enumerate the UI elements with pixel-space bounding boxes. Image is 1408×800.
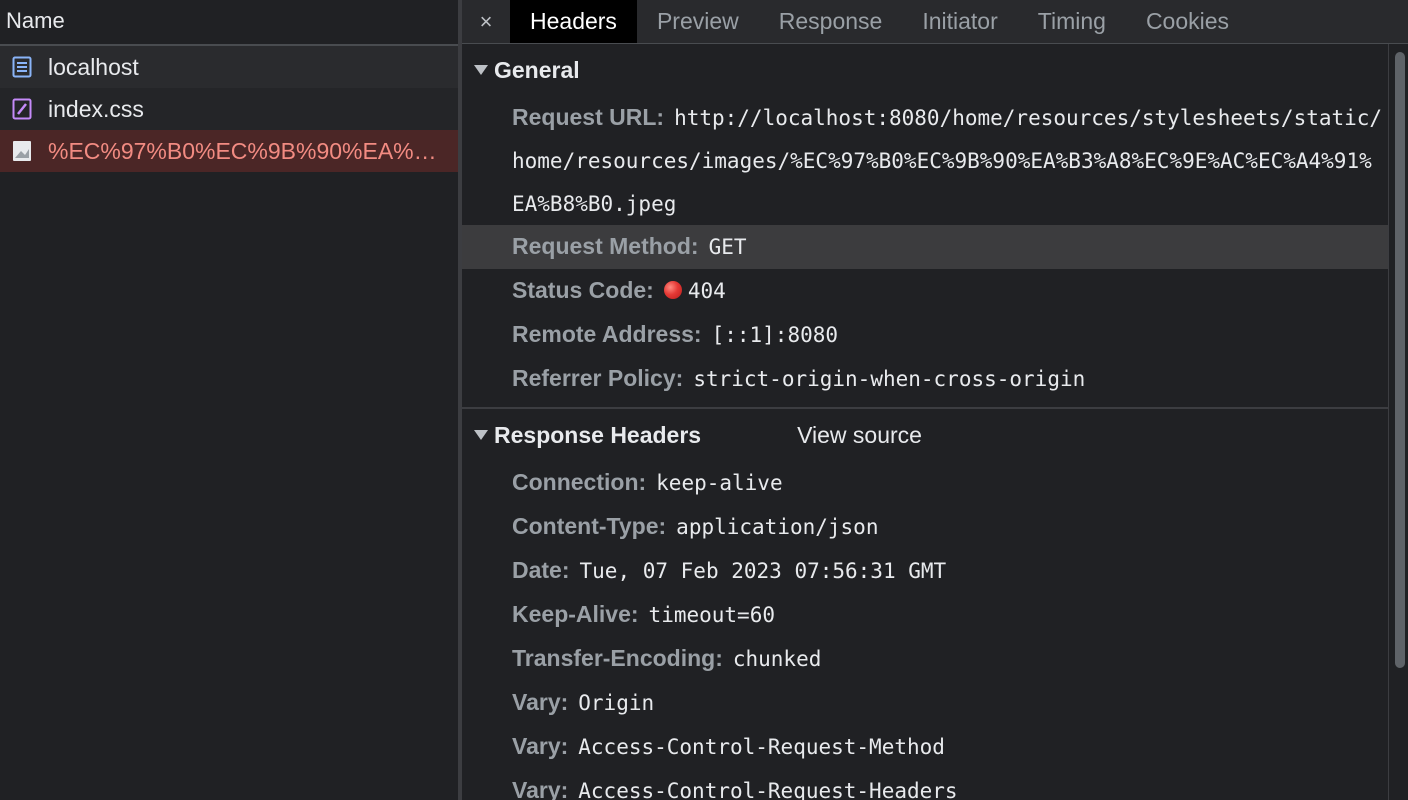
header-key: Referrer Policy: xyxy=(512,365,684,391)
response-header-row: Vary: Origin xyxy=(462,681,1388,725)
name-column-header[interactable]: Name xyxy=(0,0,458,46)
request-method-row: Request Method: GET xyxy=(462,225,1388,269)
expand-triangle-icon xyxy=(474,430,488,440)
tab-timing[interactable]: Timing xyxy=(1018,0,1126,43)
tab-response[interactable]: Response xyxy=(759,0,903,43)
header-key: Remote Address: xyxy=(512,321,702,347)
tab-preview[interactable]: Preview xyxy=(637,0,759,43)
stylesheet-icon xyxy=(12,98,32,120)
tab-cookies[interactable]: Cookies xyxy=(1126,0,1249,43)
header-value: Tue, 07 Feb 2023 07:56:31 GMT xyxy=(579,559,947,583)
tab-initiator[interactable]: Initiator xyxy=(902,0,1017,43)
remote-address-value: [::1]:8080 xyxy=(711,323,839,347)
header-value: keep-alive xyxy=(656,471,783,495)
header-key: Request Method: xyxy=(512,233,699,259)
status-code-row: Status Code: 404 xyxy=(462,269,1388,313)
request-row-localhost[interactable]: localhost xyxy=(0,46,458,88)
request-row-index-css[interactable]: index.css xyxy=(0,88,458,130)
expand-triangle-icon xyxy=(474,65,488,75)
tab-headers[interactable]: Headers xyxy=(510,0,637,43)
header-key: Connection: xyxy=(512,469,647,495)
header-value: chunked xyxy=(732,647,822,671)
header-value: Access-Control-Request-Headers xyxy=(578,779,958,800)
header-key: Transfer-Encoding: xyxy=(512,645,723,671)
response-header-row: Connection: keep-alive xyxy=(462,461,1388,505)
devtools-network-panel: Name localhost index.css %EC%97%B0%EC%9B… xyxy=(0,0,1408,800)
referrer-policy-value: strict-origin-when-cross-origin xyxy=(693,367,1086,391)
response-header-row: Keep-Alive: timeout=60 xyxy=(462,593,1388,637)
document-icon xyxy=(12,56,32,78)
response-header-row: Vary: Access-Control-Request-Headers xyxy=(462,769,1388,800)
section-title: General xyxy=(494,56,580,83)
header-key: Vary: xyxy=(512,689,569,715)
header-key: Status Code: xyxy=(512,277,654,303)
request-name: localhost xyxy=(48,53,139,80)
header-key: Content-Type: xyxy=(512,513,667,539)
header-key: Request URL: xyxy=(512,104,665,130)
response-header-row: Content-Type: application/json xyxy=(462,505,1388,549)
section-title: Response Headers xyxy=(494,421,702,448)
request-list: Name localhost index.css %EC%97%B0%EC%9B… xyxy=(0,0,458,800)
request-row-image-failed[interactable]: %EC%97%B0%EC%9B%90%EA%B3%A8%EC%9E%AC%EC%… xyxy=(0,130,458,172)
request-method-value: GET xyxy=(708,235,747,259)
vertical-scrollbar[interactable] xyxy=(1388,44,1408,800)
response-headers-section-header[interactable]: Response Headers View source xyxy=(462,409,1388,461)
image-icon xyxy=(12,140,32,162)
request-url-row: Request URL: http://localhost:8080/home/r… xyxy=(462,96,1388,225)
header-value: Access-Control-Request-Method xyxy=(578,735,945,759)
view-source-link[interactable]: View source xyxy=(797,422,922,449)
header-value: Origin xyxy=(578,691,655,715)
headers-content: General Request URL: http://localhost:808… xyxy=(462,44,1388,800)
request-name: %EC%97%B0%EC%9B%90%EA%B3%A8%EC%9E%AC%EC%… xyxy=(48,137,446,164)
details-tabbar: × Headers Preview Response Initiator Tim… xyxy=(462,0,1408,44)
status-code-value: 404 xyxy=(687,279,726,303)
response-header-row: Date: Tue, 07 Feb 2023 07:56:31 GMT xyxy=(462,549,1388,593)
header-value: timeout=60 xyxy=(648,603,775,627)
error-status-icon xyxy=(663,281,682,299)
header-key: Vary: xyxy=(512,733,569,759)
remote-address-row: Remote Address: [::1]:8080 xyxy=(462,313,1388,357)
referrer-policy-row: Referrer Policy: strict-origin-when-cross… xyxy=(462,357,1388,401)
request-name: index.css xyxy=(48,95,144,122)
scrollbar-thumb[interactable] xyxy=(1395,52,1405,668)
close-icon[interactable]: × xyxy=(462,0,510,43)
request-details: × Headers Preview Response Initiator Tim… xyxy=(462,0,1408,800)
header-key: Vary: xyxy=(512,777,569,800)
header-value: application/json xyxy=(676,515,879,539)
header-key: Date: xyxy=(512,557,570,583)
header-key: Keep-Alive: xyxy=(512,601,639,627)
general-section-header[interactable]: General xyxy=(462,44,1388,96)
response-header-row: Transfer-Encoding: chunked xyxy=(462,637,1388,681)
response-header-row: Vary: Access-Control-Request-Method xyxy=(462,725,1388,769)
